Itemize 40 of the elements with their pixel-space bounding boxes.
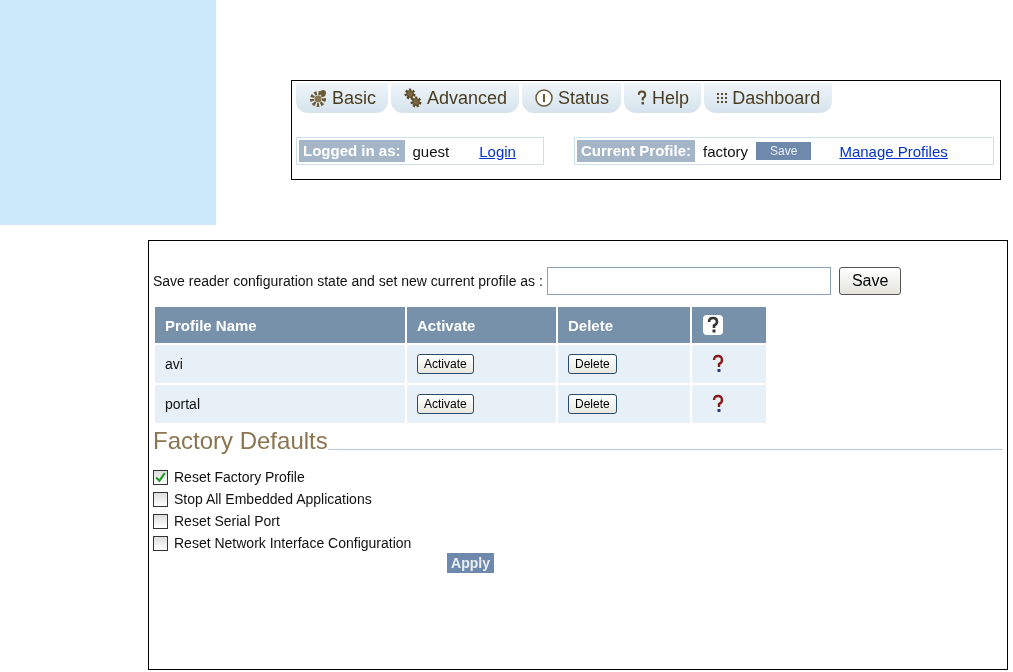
profile-label: Current Profile: xyxy=(577,140,695,162)
checkbox[interactable] xyxy=(153,491,168,507)
gears-icon xyxy=(403,88,423,108)
grid-icon xyxy=(716,90,729,106)
user-name: guest xyxy=(411,142,451,160)
login-label: Logged in as: xyxy=(299,140,405,162)
save-button[interactable]: Save xyxy=(838,267,902,295)
option-label: Reset Network Interface Configuration xyxy=(174,535,412,551)
option-label: Reset Factory Profile xyxy=(174,469,305,485)
option-label: Reset Serial Port xyxy=(174,513,280,529)
manage-profiles-link[interactable]: Manage Profiles xyxy=(839,142,948,160)
profile-name-field[interactable] xyxy=(546,267,831,295)
profile-name-cell: avi xyxy=(155,345,405,383)
column-header: Delete xyxy=(558,307,690,343)
column-header: Profile Name xyxy=(155,307,405,343)
nav-tab[interactable]: Basic xyxy=(296,83,388,113)
checkbox[interactable] xyxy=(153,535,168,551)
save-profile-label: Save reader configuration state and set new current profile as : xyxy=(153,273,543,289)
section-title: Factory Defaults xyxy=(153,427,328,455)
option-label: Stop All Embedded Applications xyxy=(174,491,372,507)
gear-icon xyxy=(308,88,328,108)
login-link[interactable]: Login xyxy=(479,142,516,160)
question-icon xyxy=(636,90,649,106)
activate-button[interactable]: Activate xyxy=(417,394,474,414)
checkbox[interactable] xyxy=(153,513,168,529)
help-icon[interactable] xyxy=(712,354,724,374)
nav-tab[interactable]: Dashboard xyxy=(704,83,833,113)
help-icon[interactable] xyxy=(702,314,724,336)
checkbox[interactable] xyxy=(153,469,168,485)
profile-name-cell: portal xyxy=(155,385,405,423)
info-icon xyxy=(534,88,555,108)
activate-button[interactable]: Activate xyxy=(417,354,474,374)
delete-button[interactable]: Delete xyxy=(568,394,617,414)
profile-name: factory xyxy=(702,142,750,160)
nav-tab[interactable]: Help xyxy=(624,83,702,113)
help-icon[interactable] xyxy=(712,394,724,414)
column-header: Activate xyxy=(407,307,556,343)
delete-button[interactable]: Delete xyxy=(568,354,617,374)
nav-tab[interactable]: Status xyxy=(522,83,622,113)
nav-tab[interactable]: Advanced xyxy=(391,83,520,113)
